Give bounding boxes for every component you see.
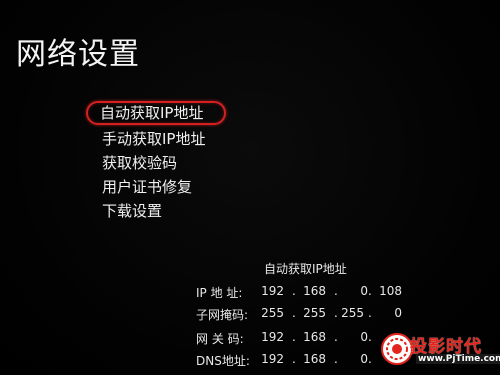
ip-octet-1: 192	[261, 284, 284, 298]
mask-octet-3: 255	[341, 306, 364, 320]
ip-address-row: IP 地 址: 192 . 168 . 0 . 108	[196, 284, 426, 300]
dns-octet-2: 168	[303, 352, 326, 366]
menu-item-download-settings[interactable]: 下载设置	[88, 199, 248, 223]
network-settings-menu: 自动获取IP地址 手动获取IP地址 获取校验码 用户证书修复 下载设置	[86, 101, 248, 223]
separator-dot: .	[368, 330, 372, 344]
gateway-octet-3: 0	[360, 330, 368, 344]
separator-dot: .	[368, 284, 372, 298]
dns-octet-3: 0	[360, 352, 368, 366]
subnet-mask-label: 子网掩码:	[196, 308, 249, 322]
network-info-title: 自动获取IP地址	[264, 262, 347, 276]
separator-dot: .	[334, 330, 338, 344]
gateway-octet-2: 168	[303, 330, 326, 344]
menu-item-certificate-repair[interactable]: 用户证书修复	[88, 175, 248, 199]
mask-octet-4: 0	[394, 306, 402, 320]
page-title: 网络设置	[16, 37, 140, 72]
menu-item-label: 获取校验码	[102, 154, 178, 172]
tv-screen: 网络设置 自动获取IP地址 手动获取IP地址 获取校验码 用户证书修复 下载设置…	[0, 0, 500, 375]
separator-dot: .	[334, 284, 338, 298]
menu-item-label: 自动获取IP地址	[100, 104, 204, 122]
separator-dot: .	[368, 352, 372, 366]
mask-octet-2: 255	[303, 306, 326, 320]
menu-item-auto-ip[interactable]: 自动获取IP地址	[86, 101, 226, 125]
ip-octet-4: 108	[379, 284, 402, 298]
separator-dot: .	[292, 306, 296, 320]
ip-octet-2: 168	[303, 284, 326, 298]
separator-dot: .	[368, 306, 372, 320]
gateway-label: 网 关 码:	[196, 332, 244, 346]
separator-dot: .	[292, 330, 296, 344]
separator-dot: .	[292, 352, 296, 366]
ip-octet-3: 0	[360, 284, 368, 298]
mask-octet-1: 255	[261, 306, 284, 320]
dns-label: DNS地址:	[196, 354, 250, 368]
separator-dot: .	[292, 284, 296, 298]
ip-address-label: IP 地 址:	[196, 286, 243, 300]
menu-item-label: 用户证书修复	[102, 178, 193, 196]
watermark-url: www.PjTime.com	[416, 354, 500, 364]
menu-item-label: 手动获取IP地址	[102, 130, 206, 148]
subnet-mask-row: 子网掩码: 255 . 255 . 255 . 0	[196, 306, 426, 322]
separator-dot: .	[334, 352, 338, 366]
menu-item-manual-ip[interactable]: 手动获取IP地址	[88, 127, 248, 151]
dns-octet-1: 192	[261, 352, 284, 366]
pjtime-logo-icon	[381, 333, 413, 365]
menu-item-verification-code[interactable]: 获取校验码	[88, 151, 248, 175]
gateway-octet-1: 192	[261, 330, 284, 344]
pjtime-watermark: 投影时代 www.PjTime.com	[380, 328, 500, 373]
menu-item-label: 下载设置	[102, 202, 163, 220]
